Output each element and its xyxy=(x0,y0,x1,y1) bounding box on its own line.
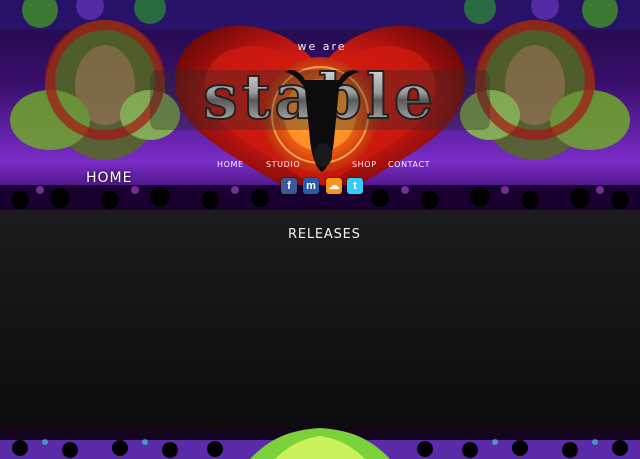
facebook-icon[interactable]: f xyxy=(281,178,297,194)
tagline: we are xyxy=(297,40,347,53)
content-panel xyxy=(0,210,640,442)
nav-shop[interactable]: SHOP xyxy=(352,160,377,169)
nav-contact[interactable]: CONTACT xyxy=(388,160,430,169)
section-title-releases: RELEASES xyxy=(288,227,361,242)
nav-home[interactable]: HOME xyxy=(217,160,244,169)
myspace-icon[interactable]: m xyxy=(303,178,319,194)
twitter-icon[interactable]: t xyxy=(347,178,363,194)
soundcloud-icon[interactable]: ☁ xyxy=(326,178,342,194)
page-heading: HOME xyxy=(86,170,133,186)
page: stable xyxy=(0,0,640,459)
header-banner: stable xyxy=(0,0,640,215)
footer-artwork xyxy=(0,428,640,459)
nav-studio[interactable]: STUDIO xyxy=(266,160,300,169)
